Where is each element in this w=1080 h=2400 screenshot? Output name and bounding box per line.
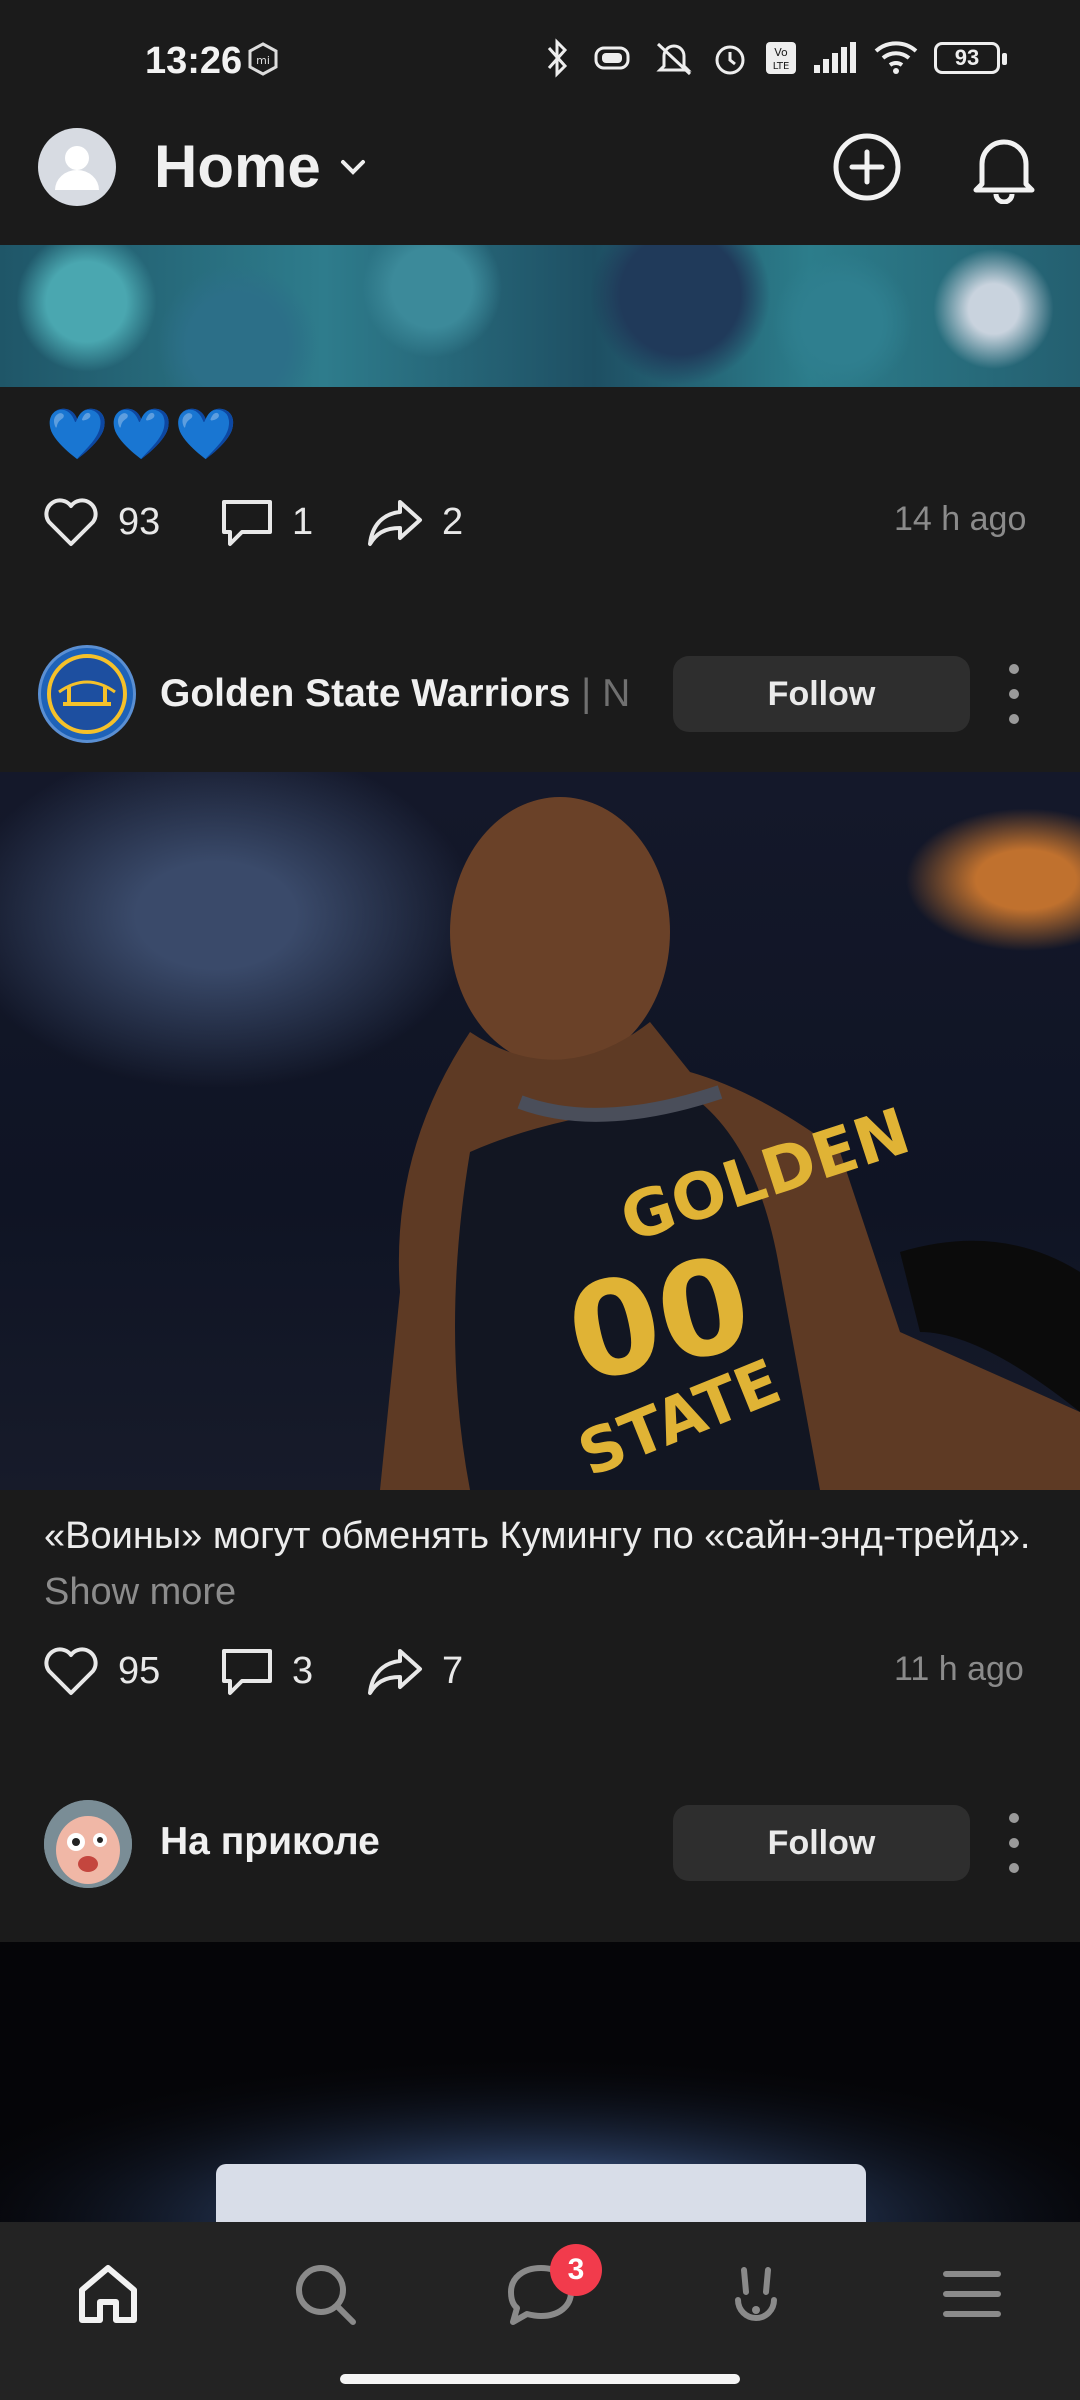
post-timestamp: 11 h ago xyxy=(894,1650,1024,1688)
author-name[interactable]: На приколе xyxy=(160,1820,600,1864)
svg-text:Vo: Vo xyxy=(774,46,788,59)
like-button[interactable]: 93 xyxy=(42,496,160,548)
heart-icon xyxy=(44,1647,98,1695)
chevron-down-icon[interactable] xyxy=(335,150,371,191)
comment-button[interactable]: 1 xyxy=(220,496,313,548)
share-count: 7 xyxy=(442,1649,464,1692)
author-avatar[interactable] xyxy=(44,1800,132,1888)
profile-avatar[interactable] xyxy=(38,128,116,206)
face-avatar-icon xyxy=(44,1800,132,1888)
messages-badge: 3 xyxy=(550,2244,602,2296)
post-media[interactable] xyxy=(0,1942,1080,2222)
status-time: 13:26 xyxy=(145,40,243,82)
svg-text:LTE: LTE xyxy=(773,61,790,72)
silent-icon xyxy=(652,38,696,78)
comment-count: 3 xyxy=(292,1649,314,1692)
post-text: 💙💙💙 xyxy=(46,406,239,462)
author-name-suffix: | NE xyxy=(581,672,630,715)
post-caption: «Воины» могут обменять Кумингу по «сайн-… xyxy=(44,1508,1044,1620)
author-avatar[interactable] xyxy=(38,645,136,743)
feed-selector[interactable]: Home xyxy=(154,132,321,201)
like-button[interactable]: 95 xyxy=(42,1645,160,1697)
notifications-button[interactable] xyxy=(968,130,1040,205)
show-more-link[interactable]: Show more xyxy=(44,1571,236,1613)
bell-icon xyxy=(973,139,1035,205)
nav-home[interactable] xyxy=(70,2256,146,2332)
share-icon xyxy=(368,500,422,546)
home-indicator[interactable] xyxy=(340,2374,740,2384)
nav-menu[interactable] xyxy=(934,2256,1010,2332)
follow-button[interactable]: Follow xyxy=(673,656,970,732)
home-icon xyxy=(79,2265,137,2323)
share-count: 2 xyxy=(442,500,464,543)
author-name[interactable]: Golden State Warriors | NE xyxy=(160,672,630,716)
create-post-button[interactable] xyxy=(832,132,902,202)
user-icon xyxy=(55,146,99,190)
like-count: 95 xyxy=(118,1649,161,1692)
more-options-icon[interactable] xyxy=(1002,664,1026,724)
wifi-icon xyxy=(872,39,920,77)
warriors-logo-icon xyxy=(47,654,127,734)
signal-icon xyxy=(812,41,858,75)
post-image[interactable]: GOLDEN 00 STATE xyxy=(0,772,1080,1490)
status-icons: Vo LTE 93 xyxy=(542,38,1007,78)
share-button[interactable]: 2 xyxy=(366,496,463,548)
svg-text:mi: mi xyxy=(256,54,270,67)
nav-bunny[interactable] xyxy=(718,2256,794,2332)
more-options-icon[interactable] xyxy=(1002,1813,1026,1873)
comment-icon xyxy=(222,500,272,546)
comment-icon xyxy=(222,1649,272,1695)
vibrate-icon xyxy=(586,40,638,76)
like-count: 93 xyxy=(118,500,161,543)
bunny-icon xyxy=(735,2267,777,2321)
comment-button[interactable]: 3 xyxy=(220,1645,313,1697)
battery-indicator: 93 xyxy=(934,42,1007,74)
plus-circle-icon xyxy=(833,133,901,201)
volte-icon: Vo LTE xyxy=(764,40,798,76)
comment-count: 1 xyxy=(292,500,314,543)
search-icon xyxy=(296,2265,356,2325)
share-button[interactable]: 7 xyxy=(366,1645,463,1697)
bluetooth-icon xyxy=(542,38,572,78)
post-timestamp: 14 h ago xyxy=(894,500,1027,538)
menu-icon xyxy=(943,2271,1001,2317)
nav-search[interactable] xyxy=(287,2256,363,2332)
alarm-icon xyxy=(710,38,750,78)
follow-button[interactable]: Follow xyxy=(673,1805,970,1881)
post-image[interactable] xyxy=(0,245,1080,387)
heart-icon xyxy=(44,498,98,546)
share-icon xyxy=(368,1649,422,1695)
mi-icon: mi xyxy=(246,42,280,81)
caption-text: «Воины» могут обменять Кумингу по «сайн-… xyxy=(44,1515,1031,1557)
author-name-text: Golden State Warriors xyxy=(160,672,571,715)
